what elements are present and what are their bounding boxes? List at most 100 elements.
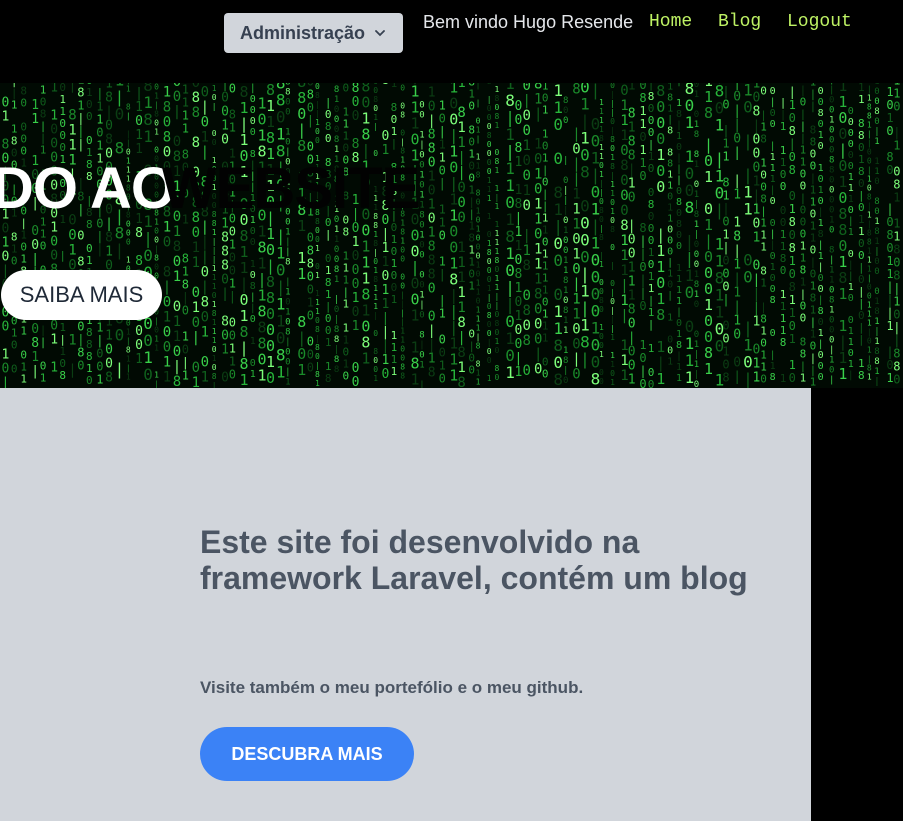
svg-text:|: | [126, 111, 131, 120]
svg-text:1: 1 [50, 360, 58, 375]
svg-text:|: | [893, 125, 900, 139]
svg-text:|: | [848, 260, 854, 271]
svg-text:0: 0 [212, 291, 217, 300]
nav-link-blog[interactable]: Blog [718, 12, 761, 32]
svg-text:0: 0 [487, 140, 492, 149]
svg-text:0: 0 [648, 378, 655, 388]
svg-text:|: | [563, 196, 568, 206]
svg-text:0: 0 [11, 362, 18, 375]
svg-text:1: 1 [126, 84, 131, 93]
svg-text:0: 0 [753, 343, 761, 358]
svg-text:1: 1 [192, 240, 200, 256]
svg-text:0: 0 [818, 273, 824, 284]
svg-text:1: 1 [476, 369, 481, 378]
admin-dropdown[interactable]: Administração [224, 13, 403, 53]
svg-text:1: 1 [163, 355, 171, 371]
svg-text:1: 1 [753, 315, 761, 330]
svg-text:8: 8 [789, 280, 796, 294]
svg-text:8: 8 [400, 362, 405, 371]
svg-text:0: 0 [307, 309, 314, 323]
svg-text:|: | [829, 256, 834, 266]
svg-text:0: 0 [229, 250, 236, 264]
svg-text:0: 0 [439, 332, 446, 346]
svg-text:1: 1 [192, 300, 200, 316]
svg-text:1: 1 [457, 285, 465, 301]
svg-text:0: 0 [77, 359, 84, 373]
svg-text:1: 1 [874, 317, 879, 327]
svg-text:8: 8 [789, 215, 796, 229]
svg-text:0: 0 [639, 169, 646, 183]
svg-text:1: 1 [867, 373, 872, 382]
svg-text:0: 0 [563, 83, 568, 86]
svg-text:1: 1 [867, 265, 872, 274]
svg-text:|: | [676, 83, 682, 87]
svg-text:0: 0 [770, 218, 776, 229]
svg-text:8: 8 [343, 226, 350, 239]
svg-text:0: 0 [818, 317, 824, 328]
svg-text:|: | [77, 125, 84, 139]
svg-text:8: 8 [428, 267, 436, 282]
svg-text:|: | [285, 248, 290, 258]
saiba-mais-button[interactable]: SAIBA MAIS [1, 270, 162, 320]
svg-text:1: 1 [694, 290, 699, 300]
descubra-mais-button[interactable]: DESCUBRA MAIS [200, 727, 414, 781]
svg-text:1: 1 [400, 335, 405, 344]
svg-text:0: 0 [722, 319, 729, 333]
svg-text:0: 0 [400, 344, 405, 353]
svg-text:0: 0 [599, 368, 604, 377]
svg-text:0: 0 [2, 319, 10, 334]
svg-text:0: 0 [523, 168, 531, 184]
svg-text:0: 0 [229, 328, 236, 342]
hero-banner: 10180|001010|000010|0||11800|01810|00100… [0, 83, 903, 388]
svg-text:8: 8 [610, 135, 615, 144]
svg-text:|: | [818, 207, 824, 218]
svg-text:0: 0 [487, 158, 492, 167]
svg-text:1: 1 [428, 351, 436, 366]
svg-text:8: 8 [893, 268, 900, 282]
svg-text:8: 8 [400, 371, 405, 380]
svg-text:0: 0 [789, 228, 796, 242]
svg-text:|: | [874, 327, 879, 337]
nav-link-logout[interactable]: Logout [787, 12, 852, 32]
svg-text:1: 1 [753, 231, 761, 246]
svg-text:0: 0 [874, 117, 879, 127]
svg-text:1: 1 [628, 372, 636, 387]
svg-text:8: 8 [515, 197, 523, 212]
svg-text:|: | [810, 99, 817, 112]
svg-text:0: 0 [867, 184, 872, 193]
svg-text:0: 0 [163, 295, 171, 311]
svg-text:0: 0 [563, 246, 568, 256]
svg-text:0: 0 [563, 236, 568, 246]
svg-text:|: | [212, 381, 217, 388]
svg-text:1: 1 [192, 375, 200, 388]
svg-text:0: 0 [818, 284, 824, 295]
svg-text:1: 1 [96, 138, 103, 152]
svg-text:|: | [818, 240, 824, 251]
svg-text:1: 1 [818, 163, 824, 174]
svg-text:1: 1 [648, 342, 655, 355]
svg-text:8: 8 [315, 325, 320, 334]
svg-text:0: 0 [154, 227, 159, 236]
nav-link-home[interactable]: Home [649, 12, 692, 32]
svg-text:|: | [126, 363, 131, 372]
svg-text:1: 1 [829, 116, 834, 126]
svg-text:0: 0 [770, 196, 776, 207]
svg-text:|: | [31, 252, 39, 267]
svg-text:0: 0 [829, 366, 834, 376]
svg-text:|: | [419, 300, 424, 310]
svg-text:1: 1 [722, 228, 729, 242]
svg-text:|: | [867, 166, 872, 175]
svg-text:8: 8 [515, 141, 523, 156]
svg-text:8: 8 [212, 372, 217, 381]
svg-text:0: 0 [628, 316, 636, 331]
svg-text:0: 0 [428, 183, 436, 198]
svg-text:8: 8 [580, 163, 590, 182]
svg-text:1: 1 [563, 326, 568, 336]
svg-text:1: 1 [694, 160, 699, 170]
svg-text:1: 1 [229, 120, 236, 134]
svg-text:|: | [77, 112, 84, 126]
svg-text:0: 0 [373, 257, 378, 266]
svg-text:|: | [439, 124, 446, 138]
svg-text:8: 8 [829, 166, 834, 176]
svg-text:1: 1 [212, 327, 217, 336]
